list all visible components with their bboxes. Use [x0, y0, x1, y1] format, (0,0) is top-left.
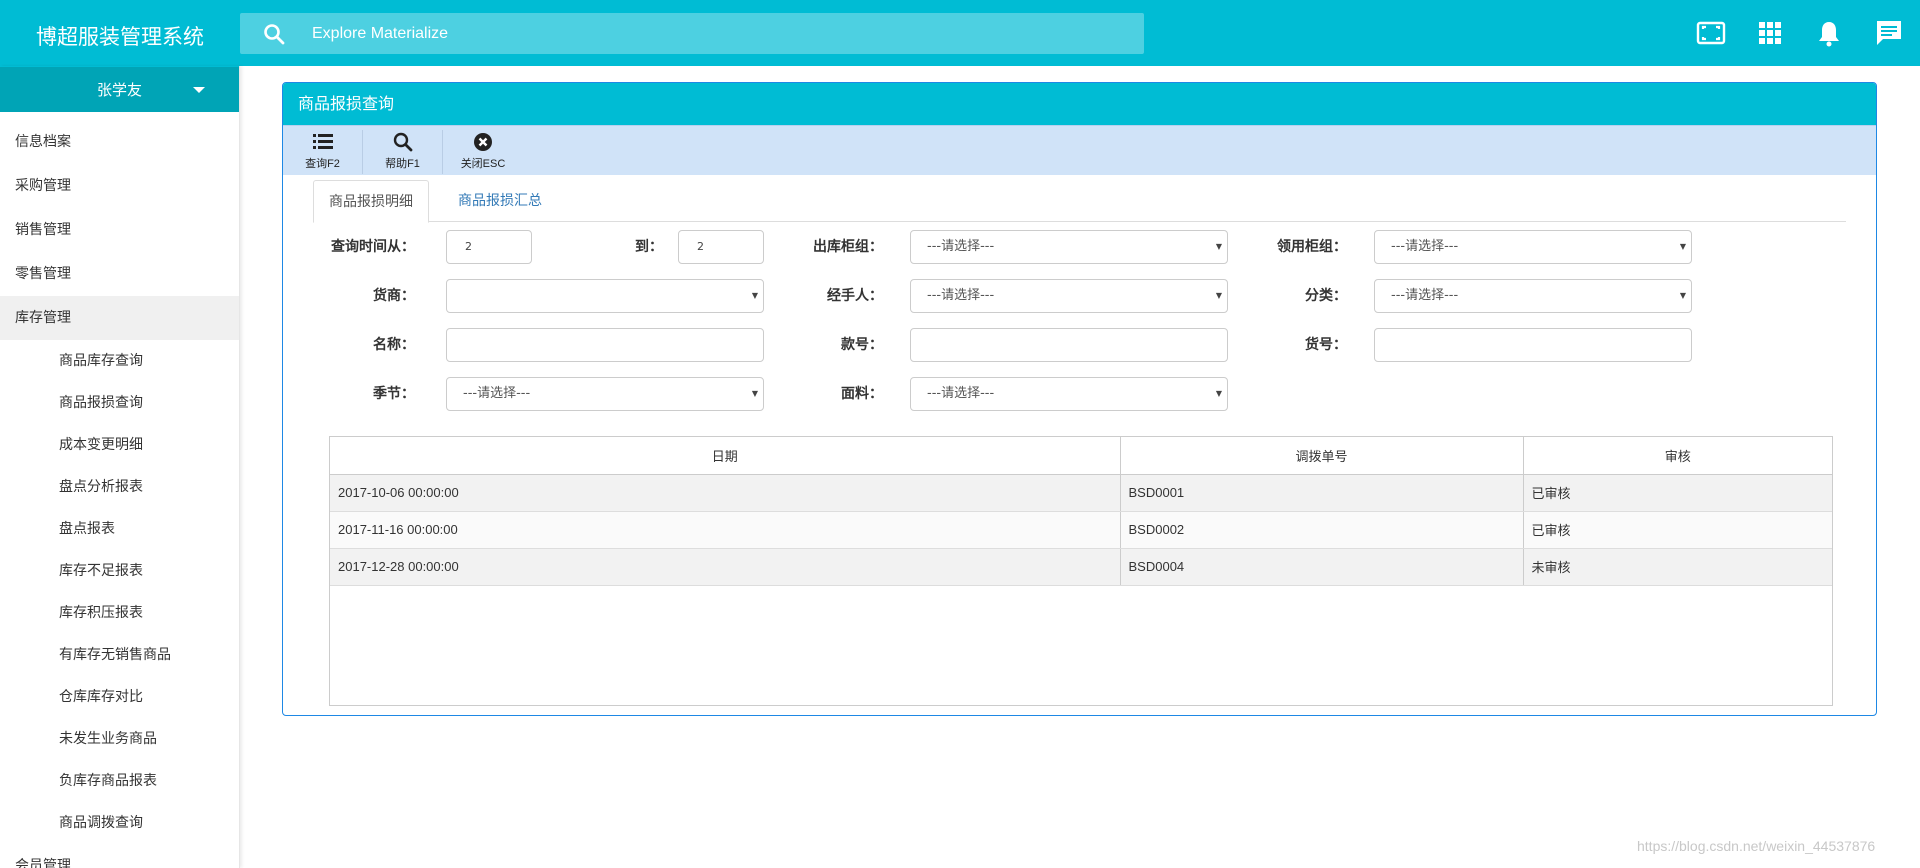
handler-select[interactable]: ---请选择---	[910, 279, 1228, 313]
cell-audit: 已审核	[1523, 474, 1832, 512]
name-input[interactable]	[446, 328, 764, 362]
user-dropdown[interactable]: 张学友	[0, 66, 239, 112]
time-from-label: 查询时间从：	[331, 239, 415, 255]
handler-label: 经手人：	[827, 288, 883, 304]
cell-transfer-no: BSD0004	[1120, 548, 1524, 586]
table-row[interactable]: 2017-10-06 00:00:00 BSD0001 已审核	[330, 474, 1832, 512]
cell-transfer-no: BSD0002	[1120, 511, 1524, 549]
sidebar-nav: 信息档案 采购管理 销售管理 零售管理 库存管理 商品库存查询 商品报损查询 成…	[0, 120, 239, 868]
tab-loss-detail[interactable]: 商品报损明细	[313, 180, 429, 223]
column-header-date[interactable]: 日期	[330, 437, 1121, 475]
sidebar-subitem-transfer-query[interactable]: 商品调拨查询	[0, 802, 239, 844]
close-circle-icon	[474, 133, 492, 151]
top-app-bar: 博超服装管理系统 Explore Materialize	[0, 0, 1920, 66]
style-no-label: 款号：	[841, 337, 883, 353]
sidebar-subitem-loss-query[interactable]: 商品报损查询	[0, 382, 239, 424]
cell-audit: 未审核	[1523, 548, 1832, 586]
name-label: 名称：	[373, 337, 415, 353]
caret-down-icon	[193, 87, 205, 93]
season-label: 季节：	[373, 386, 415, 402]
column-header-audit[interactable]: 审核	[1523, 437, 1832, 475]
search-icon	[264, 24, 285, 45]
bell-icon[interactable]	[1814, 18, 1844, 48]
sidebar-subitem-inactive-goods[interactable]: 未发生业务商品	[0, 718, 239, 760]
message-icon[interactable]	[1874, 18, 1904, 48]
category-select[interactable]: ---请选择---	[1374, 279, 1692, 313]
table-row[interactable]: 2017-12-28 00:00:00 BSD0004 未审核	[330, 548, 1832, 586]
close-button[interactable]: 关闭ESC	[443, 130, 523, 174]
cell-audit: 已审核	[1523, 511, 1832, 549]
fabric-label: 面料：	[841, 386, 883, 402]
panel-title: 商品报损查询	[283, 83, 1876, 125]
cell-date: 2017-11-16 00:00:00	[330, 511, 1121, 549]
user-name: 张学友	[96, 81, 142, 99]
sidebar-subitem-no-sales[interactable]: 有库存无销售商品	[0, 634, 239, 676]
time-from-field[interactable]: 2	[446, 230, 532, 264]
out-counter-select[interactable]: ---请选择---	[910, 230, 1228, 264]
sidebar-item-purchase[interactable]: 采购管理	[0, 164, 239, 208]
help-label: 帮助F1	[385, 158, 420, 170]
help-button[interactable]: 帮助F1	[363, 130, 443, 174]
time-to-field[interactable]: 2	[678, 230, 764, 264]
fabric-select[interactable]: ---请选择---	[910, 377, 1228, 411]
tab-bar: 商品报损明细 商品报损汇总	[313, 180, 1846, 223]
sidebar-item-archive[interactable]: 信息档案	[0, 120, 239, 164]
cell-date: 2017-12-28 00:00:00	[330, 548, 1121, 586]
results-table: 日期 调拨单号 审核 2017-10-06 00:00:00 BSD0001 已…	[329, 436, 1833, 706]
sidebar-subitem-negative-stock[interactable]: 负库存商品报表	[0, 760, 239, 802]
loss-query-panel: 商品报损查询 查询F2 帮助F1 关闭ESC 商品报损明细 商品报损汇总 查询时…	[282, 82, 1877, 716]
sidebar-subitem-stock-query[interactable]: 商品库存查询	[0, 340, 239, 382]
table-row[interactable]: 2017-11-16 00:00:00 BSD0002 已审核	[330, 511, 1832, 549]
sidebar-subitem-shortage-report[interactable]: 库存不足报表	[0, 550, 239, 592]
query-label: 查询F2	[305, 158, 340, 170]
use-counter-select[interactable]: ---请选择---	[1374, 230, 1692, 264]
search-bar[interactable]: Explore Materialize	[240, 13, 1144, 54]
supplier-select[interactable]	[446, 279, 764, 313]
sidebar-item-member[interactable]: 会员管理	[0, 844, 239, 868]
sidebar-subitem-warehouse-compare[interactable]: 仓库库存对比	[0, 676, 239, 718]
tab-loss-summary[interactable]: 商品报损汇总	[443, 180, 557, 223]
sidebar-subitem-count-report[interactable]: 盘点报表	[0, 508, 239, 550]
list-icon	[312, 134, 333, 149]
close-label: 关闭ESC	[460, 158, 506, 170]
brand-title[interactable]: 博超服装管理系统	[0, 0, 240, 66]
sidebar-item-retail[interactable]: 零售管理	[0, 252, 239, 296]
use-counter-label: 领用柜组：	[1277, 239, 1347, 255]
sidebar-subitem-cost-change[interactable]: 成本变更明细	[0, 424, 239, 466]
item-no-input[interactable]	[1374, 328, 1692, 362]
out-counter-label: 出库柜组：	[813, 239, 883, 255]
column-header-transfer-no[interactable]: 调拨单号	[1120, 437, 1524, 475]
category-label: 分类：	[1305, 288, 1347, 304]
supplier-label: 货商：	[373, 288, 415, 304]
to-label: 到：	[635, 239, 663, 255]
sidebar: 张学友 信息档案 采购管理 销售管理 零售管理 库存管理 商品库存查询 商品报损…	[0, 66, 240, 868]
apps-grid-icon[interactable]	[1755, 18, 1785, 48]
season-select[interactable]: ---请选择---	[446, 377, 764, 411]
search-icon	[393, 132, 412, 152]
fullscreen-icon[interactable]	[1696, 18, 1726, 48]
sidebar-item-sales[interactable]: 销售管理	[0, 208, 239, 252]
cell-date: 2017-10-06 00:00:00	[330, 474, 1121, 512]
query-button[interactable]: 查询F2	[283, 130, 363, 174]
style-no-input[interactable]	[910, 328, 1228, 362]
watermark-text: https://blog.csdn.net/weixin_44537876	[1637, 838, 1876, 854]
item-no-label: 货号：	[1305, 337, 1347, 353]
sidebar-item-inventory[interactable]: 库存管理	[0, 296, 239, 340]
search-input[interactable]: Explore Materialize	[312, 13, 448, 54]
sidebar-subitem-overstock-report[interactable]: 库存积压报表	[0, 592, 239, 634]
table-header-row: 日期 调拨单号 审核	[330, 437, 1832, 475]
toolbar: 查询F2 帮助F1 关闭ESC	[283, 125, 1876, 175]
cell-transfer-no: BSD0001	[1120, 474, 1524, 512]
sidebar-subitem-count-analysis[interactable]: 盘点分析报表	[0, 466, 239, 508]
